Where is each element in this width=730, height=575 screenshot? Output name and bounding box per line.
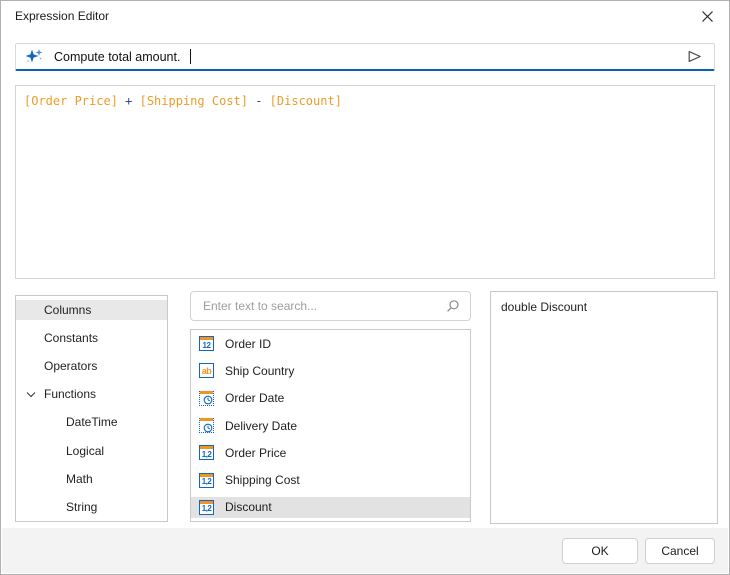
cancel-button[interactable]: Cancel: [645, 538, 715, 564]
tree-item-label: String: [66, 499, 98, 514]
tree-item-label: DateTime: [66, 415, 118, 430]
tree-item-label: Columns: [44, 303, 92, 318]
ok-button[interactable]: OK: [562, 538, 638, 564]
text-caret: [190, 49, 192, 64]
list-item-order-price[interactable]: 1,2 Order Price: [191, 439, 470, 466]
close-icon: [701, 10, 714, 28]
list-item-label: Ship Country: [225, 363, 295, 378]
tree-item-label: Logical: [66, 443, 105, 458]
dialog-title: Expression Editor: [15, 9, 110, 23]
list-item-label: Order Date: [225, 391, 285, 406]
list-item-ship-country[interactable]: ab Ship Country: [191, 357, 470, 384]
expression-editor-dialog: Expression Editor Compute total amount. …: [0, 0, 730, 575]
category-tree: Columns Constants Operators Functions Da…: [15, 295, 168, 522]
tree-item-string[interactable]: String: [16, 493, 167, 521]
tree-item-datetime[interactable]: DateTime: [16, 408, 167, 436]
send-icon: [688, 50, 701, 62]
expression-editor-area[interactable]: [Order Price] + [Shipping Cost] - [Disco…: [15, 85, 715, 279]
tree-item-label: Constants: [44, 331, 99, 346]
date-column-icon: [199, 390, 214, 406]
close-button[interactable]: [695, 7, 719, 31]
list-item-order-id[interactable]: 12 Order ID: [191, 330, 470, 357]
search-input[interactable]: [201, 298, 438, 314]
search-box: [190, 291, 471, 321]
tree-item-operators[interactable]: Operators: [16, 352, 167, 380]
tree-item-constants[interactable]: Constants: [16, 324, 167, 352]
list-item-label: Discount: [225, 500, 272, 515]
list-item-label: Order Price: [225, 445, 287, 460]
tree-item-label: Math: [66, 471, 93, 486]
list-item-discount[interactable]: 1,2 Discount: [191, 493, 470, 521]
tree-item-label: Operators: [44, 359, 98, 374]
list-item-label: Order ID: [225, 336, 272, 351]
numeric-column-icon: 1,2: [199, 472, 214, 488]
send-button[interactable]: [683, 46, 705, 68]
numeric-column-icon: 1,2: [199, 445, 214, 461]
tree-item-columns[interactable]: Columns: [16, 296, 167, 325]
expression-operator-token: -: [247, 94, 270, 108]
expression-column-token: [Order Price]: [24, 94, 118, 108]
list-item-shipping-cost[interactable]: 1,2 Shipping Cost: [191, 466, 470, 493]
ai-prompt-input[interactable]: Compute total amount.: [15, 43, 715, 71]
ai-sparkles-icon: [25, 47, 44, 66]
string-column-icon: ab: [199, 363, 214, 379]
magnifier-icon[interactable]: [444, 298, 460, 314]
tree-item-label: Functions: [44, 387, 97, 402]
list-item-label: Delivery Date: [225, 418, 298, 433]
date-column-icon: [199, 418, 214, 434]
expression-operator-token: +: [117, 94, 140, 108]
item-description-text: double Discount: [501, 300, 588, 314]
numeric-column-icon: 1,2: [199, 499, 214, 515]
dialog-footer: OK Cancel: [2, 528, 728, 573]
columns-list: 12 Order ID ab Ship Country Order Date D…: [190, 329, 471, 522]
item-description-panel: double Discount: [490, 291, 718, 524]
chevron-down-icon[interactable]: [25, 388, 37, 400]
expression-column-token: [Discount]: [269, 94, 342, 108]
list-item-delivery-date[interactable]: Delivery Date: [191, 412, 470, 439]
expression-column-token: [Shipping Cost]: [139, 94, 248, 108]
list-item-order-date[interactable]: Order Date: [191, 385, 470, 412]
tree-item-functions[interactable]: Functions: [16, 380, 167, 408]
integer-column-icon: 12: [199, 336, 214, 352]
list-item-label: Shipping Cost: [225, 473, 300, 488]
tree-item-math[interactable]: Math: [16, 465, 167, 493]
tree-item-logical[interactable]: Logical: [16, 436, 167, 464]
ai-prompt-text: Compute total amount.: [54, 49, 181, 64]
